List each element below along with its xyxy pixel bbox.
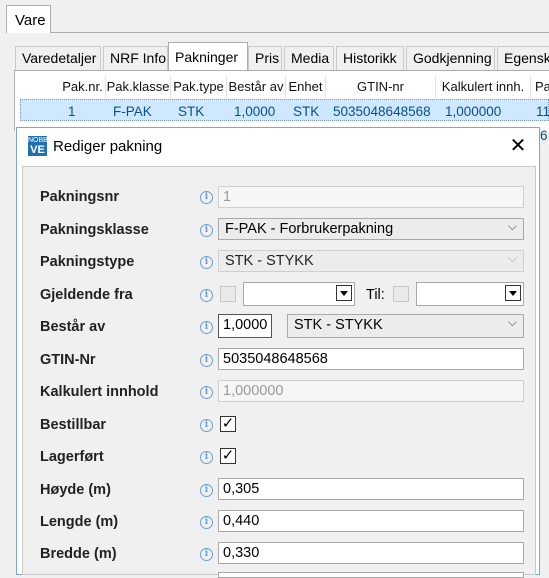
- cell-pak-type: STK: [178, 104, 205, 119]
- label-hoyde: Høyde (m): [40, 482, 111, 498]
- tab-nrf-info[interactable]: NRF Info: [103, 46, 168, 70]
- chevron-down-icon: ⌵: [507, 251, 517, 265]
- app-logo-icon: NOBB VE: [28, 136, 48, 156]
- cell-kalkulert-innh: 1,000000: [445, 104, 502, 119]
- label-lagerfort: Lagerført: [40, 449, 104, 465]
- cell-next-row-partial: 6: [540, 128, 548, 143]
- tab-pris[interactable]: Pris: [248, 46, 282, 70]
- pakningstype-value: STK - STYKK: [225, 253, 314, 269]
- cell-pak-nr: 1: [68, 104, 76, 119]
- chevron-down-icon: ⌵: [507, 219, 517, 233]
- column-header-pak-klasse[interactable]: Pak.klasse: [106, 76, 171, 98]
- lagerfort-checkbox[interactable]: ✓: [220, 448, 236, 464]
- lengde-input[interactable]: 0,440: [218, 510, 524, 532]
- next-field-partial[interactable]: [218, 572, 524, 578]
- pakningstype-select[interactable]: STK - STYKK ⌵: [218, 250, 524, 272]
- bestillbar-checkbox[interactable]: ✓: [220, 416, 236, 432]
- gtin-input[interactable]: 5035048648568: [218, 348, 524, 370]
- info-icon[interactable]: i: [200, 386, 213, 399]
- label-pakningsnr: Pakningsnr: [40, 189, 119, 205]
- label-til: Til:: [366, 287, 385, 303]
- label-gtin-nr: GTIN-Nr: [40, 352, 96, 368]
- info-icon[interactable]: i: [200, 354, 213, 367]
- kalkulert-innhold-field[interactable]: 1,000000: [218, 380, 524, 402]
- label-bestillbar: Bestillbar: [40, 417, 107, 433]
- tab-egenskaper[interactable]: Egenskaper: [497, 46, 549, 70]
- tab-godkjenning[interactable]: Godkjenning: [406, 46, 495, 70]
- column-header-enhet[interactable]: Enhet: [286, 76, 326, 98]
- tab-vare[interactable]: Vare: [6, 5, 51, 33]
- dialog-title: Rediger pakning: [53, 138, 163, 155]
- info-icon[interactable]: i: [200, 516, 213, 529]
- column-header-kalkulert-innh[interactable]: Kalkulert innh.: [436, 76, 531, 98]
- bestar-av-unit-select[interactable]: STK - STYKK ⌵: [287, 314, 524, 338]
- bestar-av-unit-value: STK - STYKK: [294, 317, 383, 333]
- tab-varedetaljer[interactable]: Varedetaljer: [15, 46, 101, 70]
- info-icon[interactable]: i: [200, 256, 213, 269]
- cell-bestar-av: 1,0000: [234, 104, 276, 119]
- tab-divider: [50, 32, 549, 33]
- column-header-bestar-av[interactable]: Består av: [227, 76, 286, 98]
- cell-pak-klasse: F-PAK: [113, 104, 152, 119]
- tab-historikk[interactable]: Historikk: [336, 46, 404, 70]
- info-icon[interactable]: i: [200, 548, 213, 561]
- tab-pakninger[interactable]: Pakninger: [168, 42, 248, 71]
- info-icon[interactable]: i: [200, 289, 213, 302]
- label-pakningstype: Pakningstype: [40, 254, 135, 270]
- pakningsklasse-value: F-PAK - Forbrukerpakning: [225, 221, 394, 237]
- column-header-pak-nr[interactable]: Pak.nr.: [60, 76, 106, 98]
- calendar-dropdown-icon[interactable]: [505, 285, 521, 301]
- til-date-picker[interactable]: [416, 282, 524, 306]
- gjeldende-fra-date-picker[interactable]: [243, 282, 355, 306]
- gjeldende-fra-checkbox[interactable]: [220, 286, 236, 302]
- label-gjeldende-fra: Gjeldende fra: [40, 287, 133, 303]
- label-lengde: Lengde (m): [40, 514, 119, 530]
- close-icon[interactable]: ✕: [508, 136, 528, 156]
- pakningsnr-field[interactable]: 1: [218, 186, 524, 208]
- cell-partial: 11: [536, 104, 549, 119]
- hoyde-input[interactable]: 0,305: [218, 478, 524, 500]
- info-icon[interactable]: i: [200, 191, 213, 204]
- til-checkbox[interactable]: [393, 286, 409, 302]
- chevron-down-icon: ⌵: [507, 315, 517, 329]
- cell-gtin-nr: 5035048648568: [333, 104, 431, 119]
- cell-enhet: STK: [293, 104, 320, 119]
- label-bestar-av: Består av: [40, 319, 106, 335]
- pakningsklasse-select[interactable]: F-PAK - Forbrukerpakning ⌵: [218, 218, 524, 240]
- label-bredde: Bredde (m): [40, 546, 117, 562]
- column-header-partial[interactable]: Pa: [531, 76, 549, 98]
- label-kalkulert-innhold: Kalkulert innhold: [40, 384, 159, 400]
- info-icon[interactable]: i: [200, 484, 213, 497]
- column-header-gtin-nr[interactable]: GTIN-nr: [326, 76, 436, 98]
- bestar-av-quantity-input[interactable]: 1,0000: [218, 314, 272, 338]
- label-pakningsklasse: Pakningsklasse: [40, 222, 149, 238]
- info-icon[interactable]: i: [200, 321, 213, 334]
- calendar-dropdown-icon[interactable]: [336, 285, 352, 301]
- tab-media[interactable]: Media: [284, 46, 334, 70]
- info-icon[interactable]: i: [200, 224, 213, 237]
- info-icon[interactable]: i: [200, 419, 213, 432]
- bredde-input[interactable]: 0,330: [218, 542, 524, 564]
- info-icon[interactable]: i: [200, 451, 213, 464]
- column-header-pak-type[interactable]: Pak.type: [171, 76, 227, 98]
